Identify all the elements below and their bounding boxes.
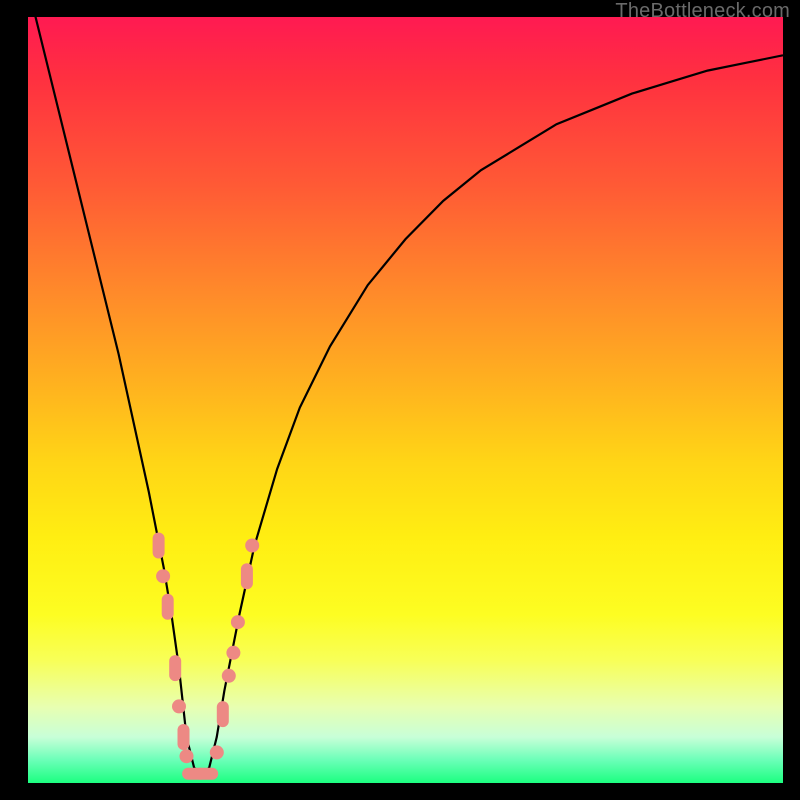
data-marker xyxy=(245,539,259,553)
curve-group xyxy=(28,17,783,775)
data-marker xyxy=(226,646,240,660)
data-marker xyxy=(231,615,245,629)
plot-area xyxy=(28,17,783,783)
watermark-label: TheBottleneck.com xyxy=(615,0,790,23)
data-marker xyxy=(180,749,194,763)
bottleneck-curve-path xyxy=(28,17,783,775)
data-marker xyxy=(162,594,174,620)
data-marker xyxy=(217,701,229,727)
data-marker xyxy=(241,563,253,589)
chart-frame: TheBottleneck.com xyxy=(0,0,800,800)
data-marker xyxy=(153,533,165,559)
marker-group xyxy=(153,533,260,780)
data-marker xyxy=(169,655,181,681)
data-marker xyxy=(194,768,218,780)
data-marker xyxy=(210,745,224,759)
data-marker xyxy=(172,699,186,713)
data-marker xyxy=(222,669,236,683)
data-marker xyxy=(156,569,170,583)
data-marker xyxy=(178,724,190,750)
bottleneck-chart xyxy=(28,17,783,783)
